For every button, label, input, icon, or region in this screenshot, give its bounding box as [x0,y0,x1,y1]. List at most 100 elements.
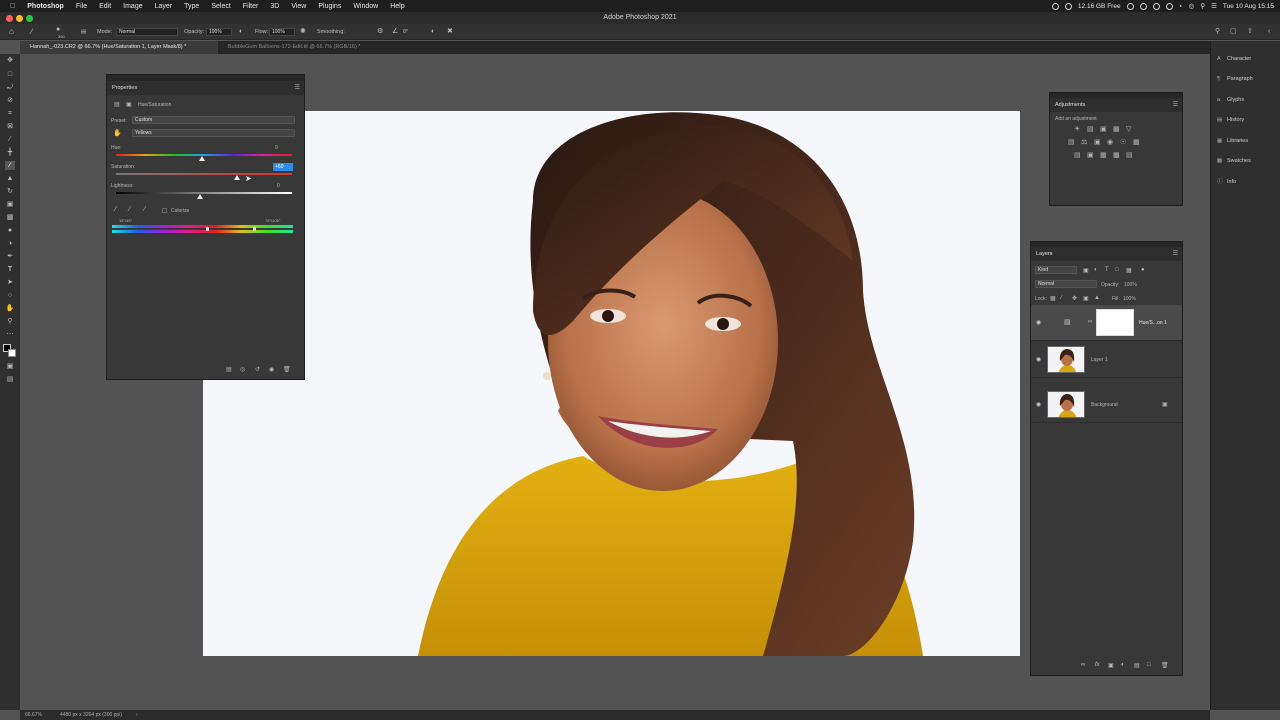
fill-value[interactable]: 100% [1123,296,1136,302]
eyedropper-icon[interactable]: ⁄ [115,206,116,213]
layer-row-layer-1[interactable]: ◉ Layer 1 [1031,342,1182,378]
move-tool-icon[interactable]: ✥ [5,56,15,65]
status-menu-chevron-icon[interactable]: › [136,710,138,720]
more-tools-icon[interactable]: ⋯ [5,330,15,339]
type-tool-icon[interactable]: T [5,265,15,274]
link-layers-icon[interactable]: ∞ [1081,662,1085,668]
frame-tool-icon[interactable]: ⊠ [5,122,15,131]
gradient-tool-icon[interactable]: ▩ [5,213,15,222]
blend-mode-select[interactable]: Normal [1035,280,1097,288]
tab-hannah[interactable]: Hannah_-023.CR2 @ 66.7% (Hue/Saturation … [20,41,218,54]
quick-mask-icon[interactable]: ▣ [5,362,15,371]
vibrance-icon[interactable]: ▽ [1126,125,1131,133]
zoom-tool-icon[interactable]: ⚲ [5,317,15,326]
properties-panel-title[interactable]: Properties [112,85,137,91]
hue-saturation-icon[interactable]: ▤ [1068,138,1075,146]
lightness-value[interactable]: 0 [277,183,280,189]
background-color-swatch[interactable] [8,349,16,357]
eyedropper-add-icon[interactable]: ⁄ [129,206,130,213]
airbrush-icon[interactable]: ✺ [300,24,306,40]
clone-stamp-tool-icon[interactable]: ▲ [5,174,15,183]
layer-row-background[interactable]: ◉ Background ▣ [1031,387,1182,423]
zoom-window-icon[interactable] [26,15,33,22]
lock-position-icon[interactable]: ✥ [1072,295,1077,302]
panel-menu-icon[interactable]: ☰ [1173,98,1178,112]
mode-select[interactable]: Normal [116,28,178,36]
layer-thumbnail[interactable] [1047,346,1085,373]
eraser-tool-icon[interactable]: ▣ [5,200,15,209]
apple-icon[interactable]:  [0,3,21,10]
layer-mask-thumbnail[interactable] [1096,309,1134,336]
brush-tool-icon[interactable]: ∕ [31,24,32,40]
menu-app-name[interactable]: Photoshop [21,3,70,10]
menu-view[interactable]: View [285,3,312,10]
color-balance-icon[interactable]: ⚖ [1081,138,1087,146]
tray-record-icon[interactable] [1051,2,1059,10]
lock-artboard-icon[interactable]: ▣ [1083,295,1089,302]
lightness-slider-track[interactable] [116,192,292,194]
path-select-tool-icon[interactable]: ➤ [5,278,15,287]
menu-type[interactable]: Type [178,3,205,10]
curves-icon[interactable]: ▣ [1100,125,1107,133]
saturation-slider-track[interactable] [116,173,292,175]
saturation-slider-thumb[interactable] [234,175,240,180]
photo-filter-icon[interactable]: ◉ [1107,138,1113,146]
healing-tool-icon[interactable]: ╋ [5,148,15,157]
dock-swatches[interactable]: ▩ Swatches [1217,156,1251,166]
flow-field[interactable]: 100% [269,28,295,36]
control-center-icon[interactable]: ☰ [1211,2,1217,10]
tray-cloud-icon[interactable] [1064,2,1072,10]
layer-visibility-icon[interactable]: ◉ [1036,356,1041,363]
filter-pixel-icon[interactable]: ▣ [1083,267,1089,274]
posterize-icon[interactable]: ▣ [1087,151,1094,159]
menu-3d[interactable]: 3D [264,3,285,10]
bluetooth-icon[interactable]: ⋆ [1179,2,1183,10]
dock-libraries[interactable]: ▦ Libraries [1217,136,1248,146]
smoothing-settings-icon[interactable]: ⚙ [377,24,383,40]
layer-filter-kind-select[interactable]: Kind [1035,266,1077,274]
layer-visibility-icon[interactable]: ◉ [1036,401,1041,408]
layer-lock-icon[interactable]: ▣ [1162,401,1168,408]
crop-tool-icon[interactable]: ⌗ [5,109,15,118]
minimize-window-icon[interactable] [16,15,23,22]
filter-smart-object-icon[interactable]: ▦ [1126,267,1132,274]
workspace-icon[interactable]: ▢ [1230,24,1237,40]
saturation-value-field[interactable]: +60 [273,163,293,171]
menu-edit[interactable]: Edit [93,3,117,10]
tray-check-icon[interactable] [1126,2,1134,10]
colorize-checkbox[interactable] [162,208,167,213]
invert-icon[interactable]: ▤ [1074,151,1081,159]
adjustment-layer-icon[interactable]: ▤ [114,101,120,108]
search-icon[interactable]: ⚲ [1215,24,1220,40]
range-slider-handle-left[interactable] [206,227,209,231]
preset-select[interactable]: Custom [132,116,295,124]
tray-globe-icon[interactable] [1152,2,1160,10]
hand-tool-icon[interactable]: ✋ [5,304,15,313]
reset-icon[interactable]: ↺ [255,366,260,373]
clock-label[interactable]: Tue 10 Aug 15:15 [1223,3,1274,10]
menu-plugins[interactable]: Plugins [312,3,347,10]
layers-panel-title[interactable]: Layers [1036,251,1053,257]
pen-tool-icon[interactable]: ✒ [5,252,15,261]
delete-layer-icon[interactable]: 🗑 [1161,662,1169,669]
selective-color-icon[interactable]: ▤ [1126,151,1133,159]
menu-file[interactable]: File [70,3,93,10]
add-mask-icon[interactable]: ▣ [1108,662,1114,669]
lock-pixels-icon[interactable]: ∕ [1061,295,1062,301]
marquee-tool-icon[interactable]: □ [5,70,15,79]
threshold-icon[interactable]: ▦ [1100,151,1107,159]
color-range-bar-bottom[interactable] [112,230,293,233]
new-group-icon[interactable]: ▤ [1134,662,1140,669]
document-canvas[interactable] [203,111,1020,656]
tray-creative-cloud-icon[interactable] [1139,2,1147,10]
clip-to-layer-icon[interactable]: ▤ [226,366,232,373]
new-adjustment-icon[interactable]: ◐ [1121,662,1125,668]
lasso-tool-icon[interactable]: ⤾ [5,83,15,92]
menu-window[interactable]: Window [347,3,384,10]
delete-icon[interactable]: 🗑 [283,366,291,373]
layer-name[interactable]: Hue/S...on 1 [1139,320,1167,326]
brush-tool-icon[interactable]: ∕ [5,161,15,170]
menu-image[interactable]: Image [117,3,148,10]
layer-visibility-icon[interactable]: ◉ [1036,319,1041,326]
layer-thumbnail[interactable] [1047,391,1085,418]
